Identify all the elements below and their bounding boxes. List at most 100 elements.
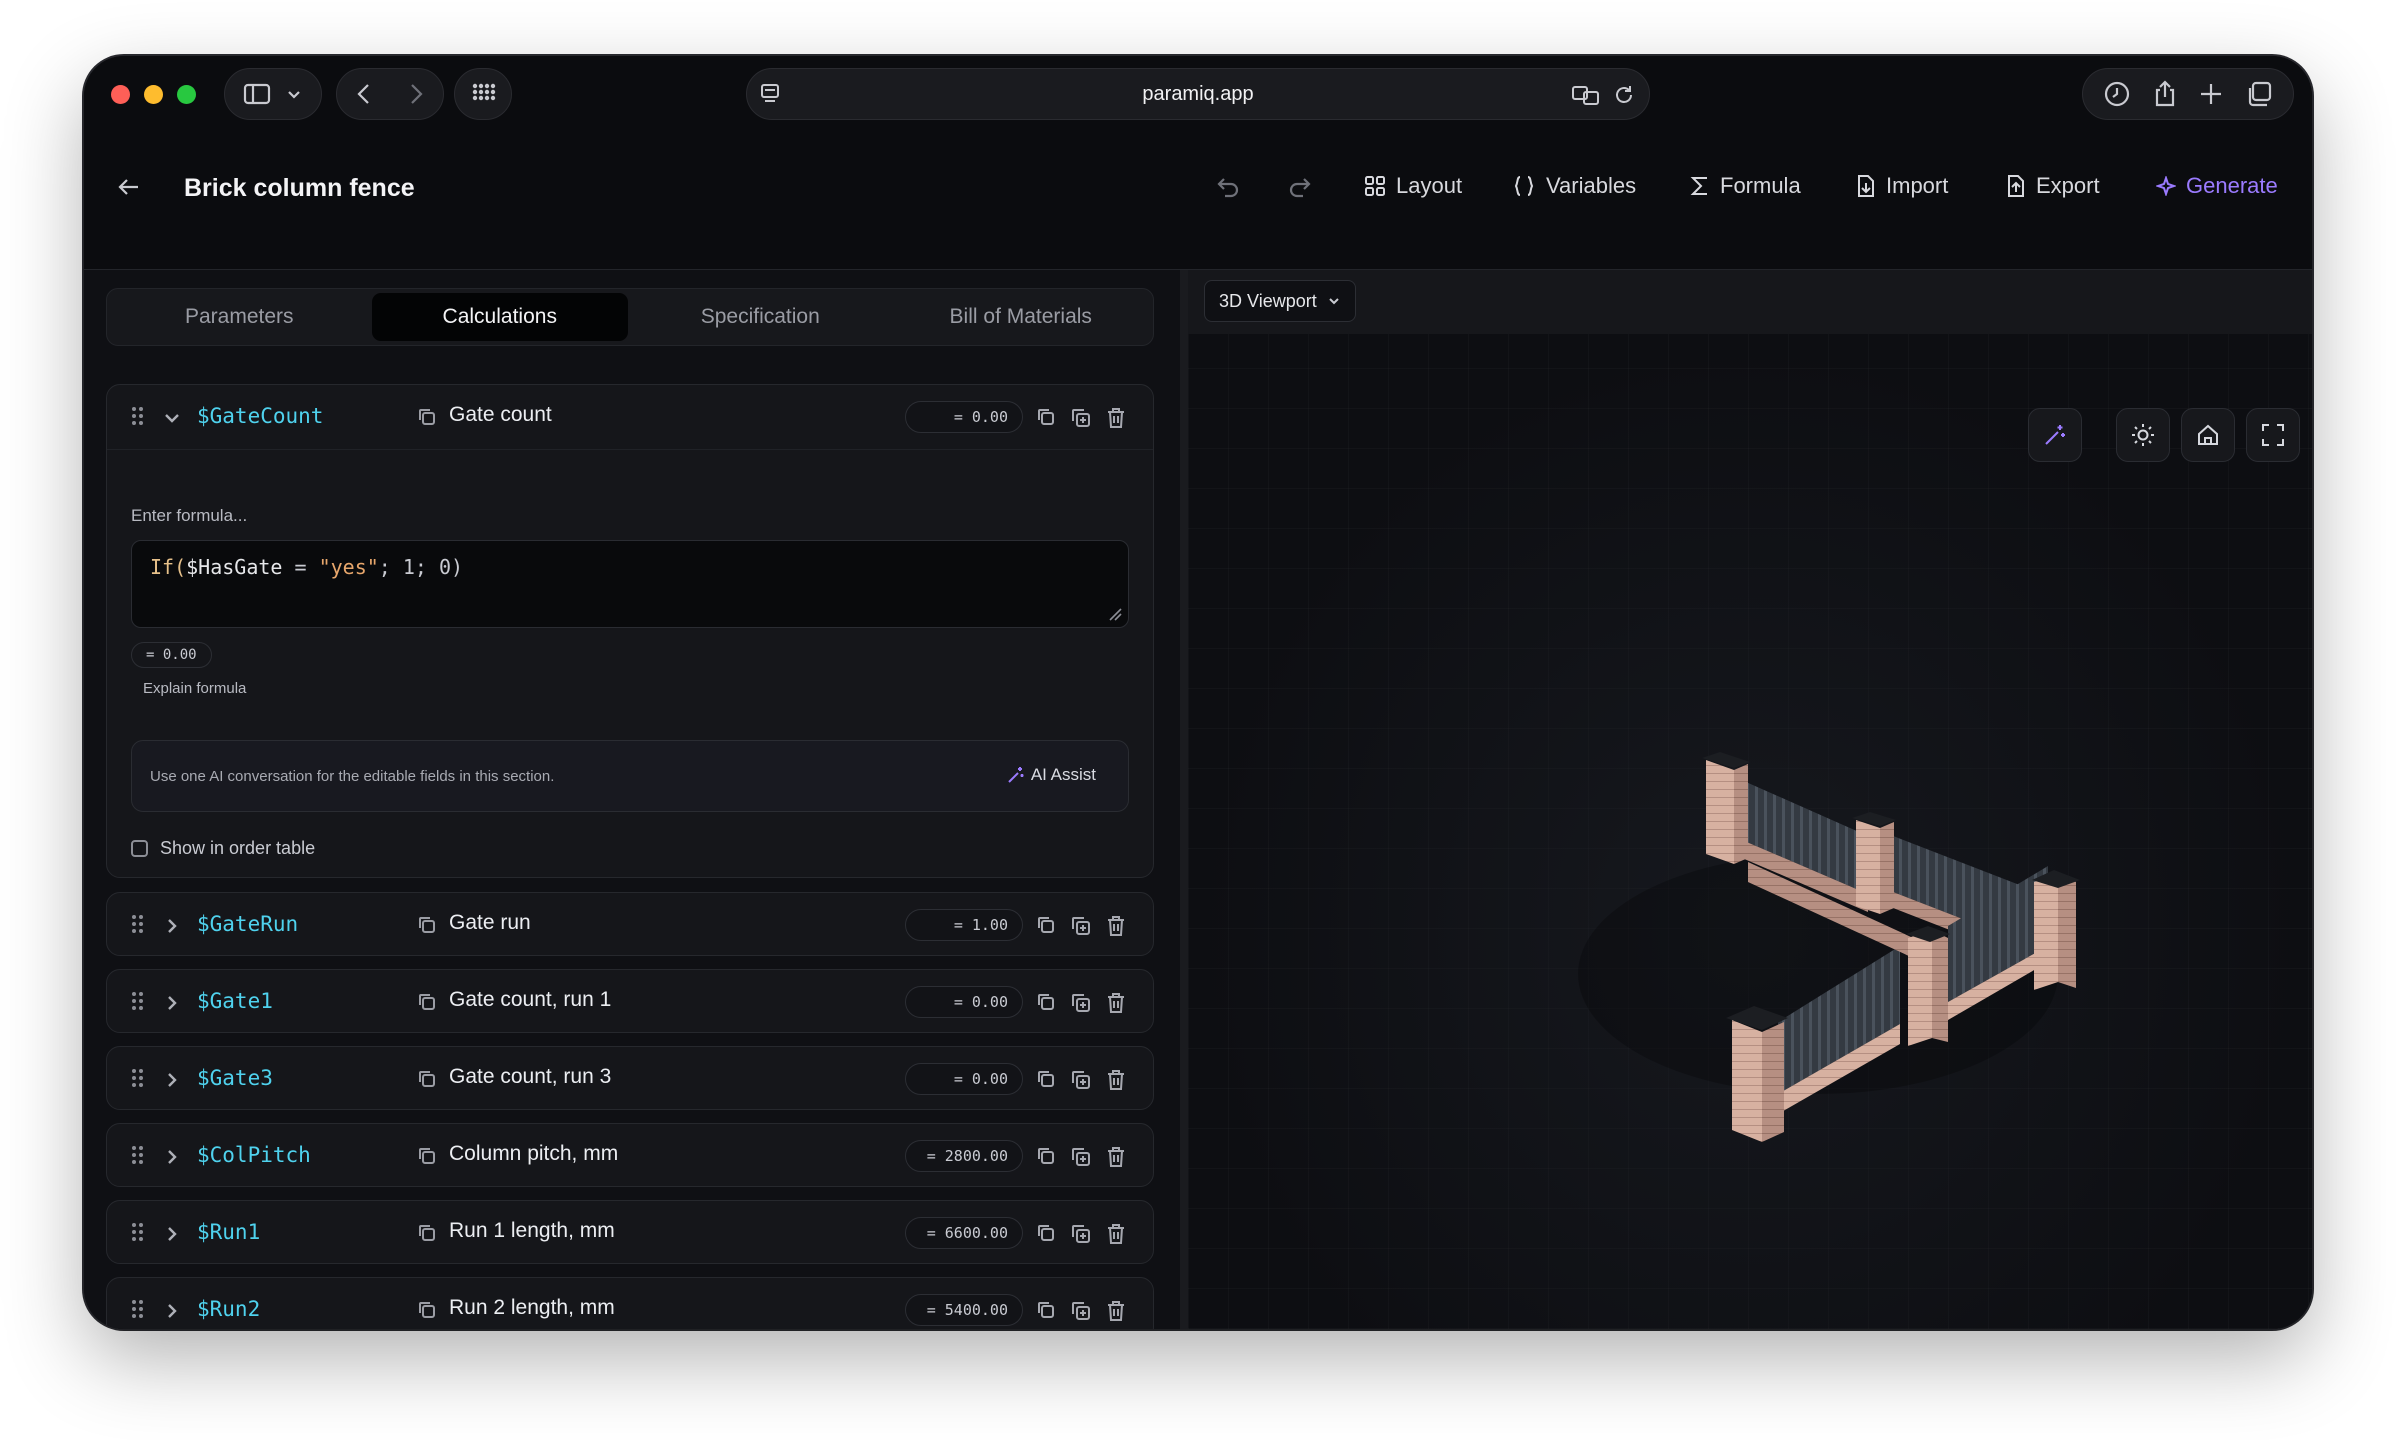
tabs-overview-icon[interactable] bbox=[2245, 80, 2273, 108]
delete-icon[interactable] bbox=[1106, 915, 1126, 942]
delete-icon[interactable] bbox=[1106, 1069, 1126, 1096]
calc-item[interactable]: $GateRun Gate run = 1.00 bbox=[106, 892, 1154, 956]
fence-model bbox=[1578, 752, 2080, 1142]
chevron-right-icon[interactable] bbox=[163, 1225, 181, 1248]
calc-item-header[interactable]: $ColPitch Column pitch, mm = 2800.00 bbox=[107, 1124, 1153, 1188]
copy-icon[interactable] bbox=[1036, 1300, 1056, 1325]
generate-button[interactable]: Generate bbox=[2156, 164, 2278, 208]
undo-icon[interactable] bbox=[1212, 172, 1240, 200]
duplicate-icon[interactable] bbox=[1070, 1146, 1092, 1173]
share-icon[interactable] bbox=[2152, 80, 2178, 108]
drag-handle-icon[interactable] bbox=[132, 915, 144, 935]
ai-assist-button[interactable]: AI Assist bbox=[1007, 765, 1096, 785]
copy-icon[interactable] bbox=[1036, 407, 1056, 432]
translate-icon[interactable] bbox=[1571, 84, 1601, 106]
show-in-order-toggle[interactable]: Show in order table bbox=[131, 838, 315, 859]
calc-item-header[interactable]: $Run1 Run 1 length, mm = 6600.00 bbox=[107, 1201, 1153, 1265]
chevron-down-icon[interactable] bbox=[163, 409, 181, 432]
maximize-window-button[interactable] bbox=[177, 85, 196, 104]
viewport-panel: 3D Viewport bbox=[1188, 270, 2312, 1329]
copy-icon[interactable] bbox=[1036, 1069, 1056, 1094]
apps-grid-button[interactable] bbox=[454, 68, 512, 120]
chevron-right-icon[interactable] bbox=[163, 1148, 181, 1171]
panel-divider[interactable] bbox=[1180, 270, 1188, 1329]
delete-icon[interactable] bbox=[1106, 1223, 1126, 1250]
drag-handle-icon[interactable] bbox=[132, 1300, 144, 1320]
drag-handle-icon[interactable] bbox=[132, 1146, 144, 1166]
calc-item-header[interactable]: $Gate1 Gate count, run 1 = 0.00 bbox=[107, 970, 1153, 1034]
chevron-right-icon[interactable] bbox=[163, 994, 181, 1017]
chevron-right-icon[interactable] bbox=[163, 917, 181, 940]
copy-label-icon[interactable] bbox=[417, 992, 437, 1017]
duplicate-icon[interactable] bbox=[1070, 407, 1092, 434]
ai-hint-text: Use one AI conversation for the editable… bbox=[150, 768, 555, 785]
back-icon[interactable] bbox=[353, 81, 375, 107]
duplicate-icon[interactable] bbox=[1070, 915, 1092, 942]
reload-icon[interactable] bbox=[1613, 84, 1635, 106]
drag-handle-icon[interactable] bbox=[132, 407, 144, 427]
back-arrow-icon[interactable] bbox=[114, 172, 144, 202]
layout-button[interactable]: Layout bbox=[1364, 164, 1462, 208]
sidebar-toggle-button[interactable] bbox=[224, 68, 322, 120]
variables-button[interactable]: Variables bbox=[1512, 164, 1636, 208]
show-in-order-checkbox[interactable] bbox=[131, 840, 148, 857]
formula-button[interactable]: Formula bbox=[1690, 164, 1801, 208]
copy-label-icon[interactable] bbox=[417, 407, 437, 432]
redo-icon[interactable] bbox=[1288, 172, 1316, 200]
drag-handle-icon[interactable] bbox=[132, 1223, 144, 1243]
grid-icon bbox=[472, 83, 496, 101]
duplicate-icon[interactable] bbox=[1070, 1069, 1092, 1096]
file-export-icon bbox=[2008, 175, 2024, 197]
resize-handle-icon[interactable] bbox=[1108, 607, 1122, 621]
calc-item[interactable]: $ColPitch Column pitch, mm = 2800.00 bbox=[106, 1123, 1154, 1187]
address-bar[interactable]: paramiq.app bbox=[746, 68, 1650, 120]
delete-icon[interactable] bbox=[1106, 1300, 1126, 1327]
tab-bill-of-materials[interactable]: Bill of Materials bbox=[893, 293, 1150, 341]
value-badge: = 0.00 bbox=[905, 986, 1023, 1018]
chevron-right-icon[interactable] bbox=[163, 1071, 181, 1094]
copy-label-icon[interactable] bbox=[417, 1300, 437, 1325]
chevron-right-icon[interactable] bbox=[163, 1302, 181, 1325]
brick-column bbox=[2032, 870, 2080, 990]
delete-icon[interactable] bbox=[1106, 1146, 1126, 1173]
copy-label-icon[interactable] bbox=[417, 1223, 437, 1248]
delete-icon[interactable] bbox=[1106, 407, 1126, 434]
copy-icon[interactable] bbox=[1036, 915, 1056, 940]
import-button[interactable]: Import bbox=[1856, 164, 1948, 208]
copy-icon[interactable] bbox=[1036, 992, 1056, 1017]
variable-label: Gate count bbox=[449, 403, 552, 426]
duplicate-icon[interactable] bbox=[1070, 1300, 1092, 1327]
copy-label-icon[interactable] bbox=[417, 915, 437, 940]
calc-item[interactable]: $Gate3 Gate count, run 3 = 0.00 bbox=[106, 1046, 1154, 1110]
export-button[interactable]: Export bbox=[2006, 164, 2100, 208]
viewport-mode-select[interactable]: 3D Viewport bbox=[1204, 280, 1356, 322]
formula-rest: ; 1; 0) bbox=[378, 555, 464, 579]
calc-item[interactable]: $Run2 Run 2 length, mm = 5400.00 bbox=[106, 1277, 1154, 1329]
copy-label-icon[interactable] bbox=[417, 1069, 437, 1094]
copy-icon[interactable] bbox=[1036, 1223, 1056, 1248]
close-window-button[interactable] bbox=[111, 85, 130, 104]
3d-canvas[interactable] bbox=[1188, 334, 2312, 1329]
calc-item-header[interactable]: $GateRun Gate run = 1.00 bbox=[107, 893, 1153, 957]
calc-item-header[interactable]: $Gate3 Gate count, run 3 = 0.00 bbox=[107, 1047, 1153, 1111]
new-tab-icon[interactable] bbox=[2198, 81, 2224, 107]
minimize-window-button[interactable] bbox=[144, 85, 163, 104]
delete-icon[interactable] bbox=[1106, 992, 1126, 1019]
explain-formula-link[interactable]: Explain formula bbox=[143, 680, 246, 697]
tab-calculations[interactable]: Calculations bbox=[371, 293, 628, 341]
calc-item[interactable]: $Run1 Run 1 length, mm = 6600.00 bbox=[106, 1200, 1154, 1264]
calc-item[interactable]: $Gate1 Gate count, run 1 = 0.00 bbox=[106, 969, 1154, 1033]
drag-handle-icon[interactable] bbox=[132, 992, 144, 1012]
copy-icon[interactable] bbox=[1036, 1146, 1056, 1171]
calc-item-header[interactable]: $Run2 Run 2 length, mm = 5400.00 bbox=[107, 1278, 1153, 1329]
formula-input[interactable]: If($HasGate = "yes"; 1; 0) bbox=[131, 540, 1129, 628]
tab-specification[interactable]: Specification bbox=[632, 293, 889, 341]
duplicate-icon[interactable] bbox=[1070, 992, 1092, 1019]
copy-label-icon[interactable] bbox=[417, 1146, 437, 1171]
duplicate-icon[interactable] bbox=[1070, 1223, 1092, 1250]
calc-item-header[interactable]: $GateCount Gate count = 0.00 bbox=[107, 385, 1153, 449]
drag-handle-icon[interactable] bbox=[132, 1069, 144, 1089]
history-icon[interactable] bbox=[2103, 80, 2131, 108]
forward-icon[interactable] bbox=[405, 81, 427, 107]
tab-parameters[interactable]: Parameters bbox=[111, 293, 368, 341]
